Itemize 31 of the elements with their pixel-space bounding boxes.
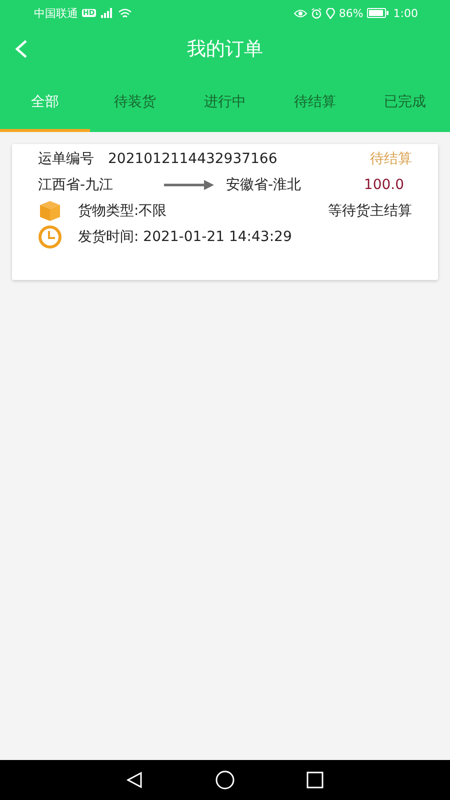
cargo-type: 货物类型:不限	[78, 202, 167, 220]
origin-text: 江西省-九江	[38, 176, 114, 194]
progress-text: 等待货主结算	[328, 202, 412, 220]
battery-percent: 86%	[338, 6, 364, 20]
tab[interactable]: 全部	[0, 74, 90, 132]
alarm-icon	[310, 8, 322, 18]
destination-text: 安徽省-淮北	[226, 176, 302, 194]
ship-time: 发货时间: 2021-01-21 14:43:29	[78, 228, 292, 246]
clock-time: 1:00	[393, 6, 418, 20]
recents-nav-icon[interactable]	[306, 771, 324, 789]
order-status: 待结算	[370, 150, 412, 168]
location-icon	[326, 8, 335, 18]
order-card[interactable]: 运单编号 2021012114432937166 待结算 江西省-九江 安徽省-淮北 100.0 货物类型:不限 等待货主结算 发货时间: 2021-01-21 14:43:29	[12, 144, 438, 280]
home-nav-icon[interactable]	[214, 770, 235, 790]
tab[interactable]: 已完成	[360, 74, 450, 132]
eye-icon	[294, 8, 307, 18]
order-price: 100.0	[364, 177, 404, 193]
battery-icon	[367, 8, 390, 18]
back-nav-icon[interactable]	[126, 771, 144, 789]
waybill-number: 2021012114432937166	[108, 151, 278, 167]
signal-icon	[100, 8, 114, 18]
arrow-icon	[164, 180, 214, 190]
clock-icon	[38, 225, 62, 249]
carrier-name: 中国联通	[34, 6, 78, 20]
waybill-label: 运单编号	[38, 150, 94, 168]
wifi-icon	[118, 8, 132, 18]
tab[interactable]: 进行中	[180, 74, 270, 132]
tab[interactable]: 待结算	[270, 74, 360, 132]
page-title: 我的订单	[187, 37, 263, 62]
box-icon	[38, 200, 62, 222]
tab[interactable]: 待装货	[90, 74, 180, 132]
